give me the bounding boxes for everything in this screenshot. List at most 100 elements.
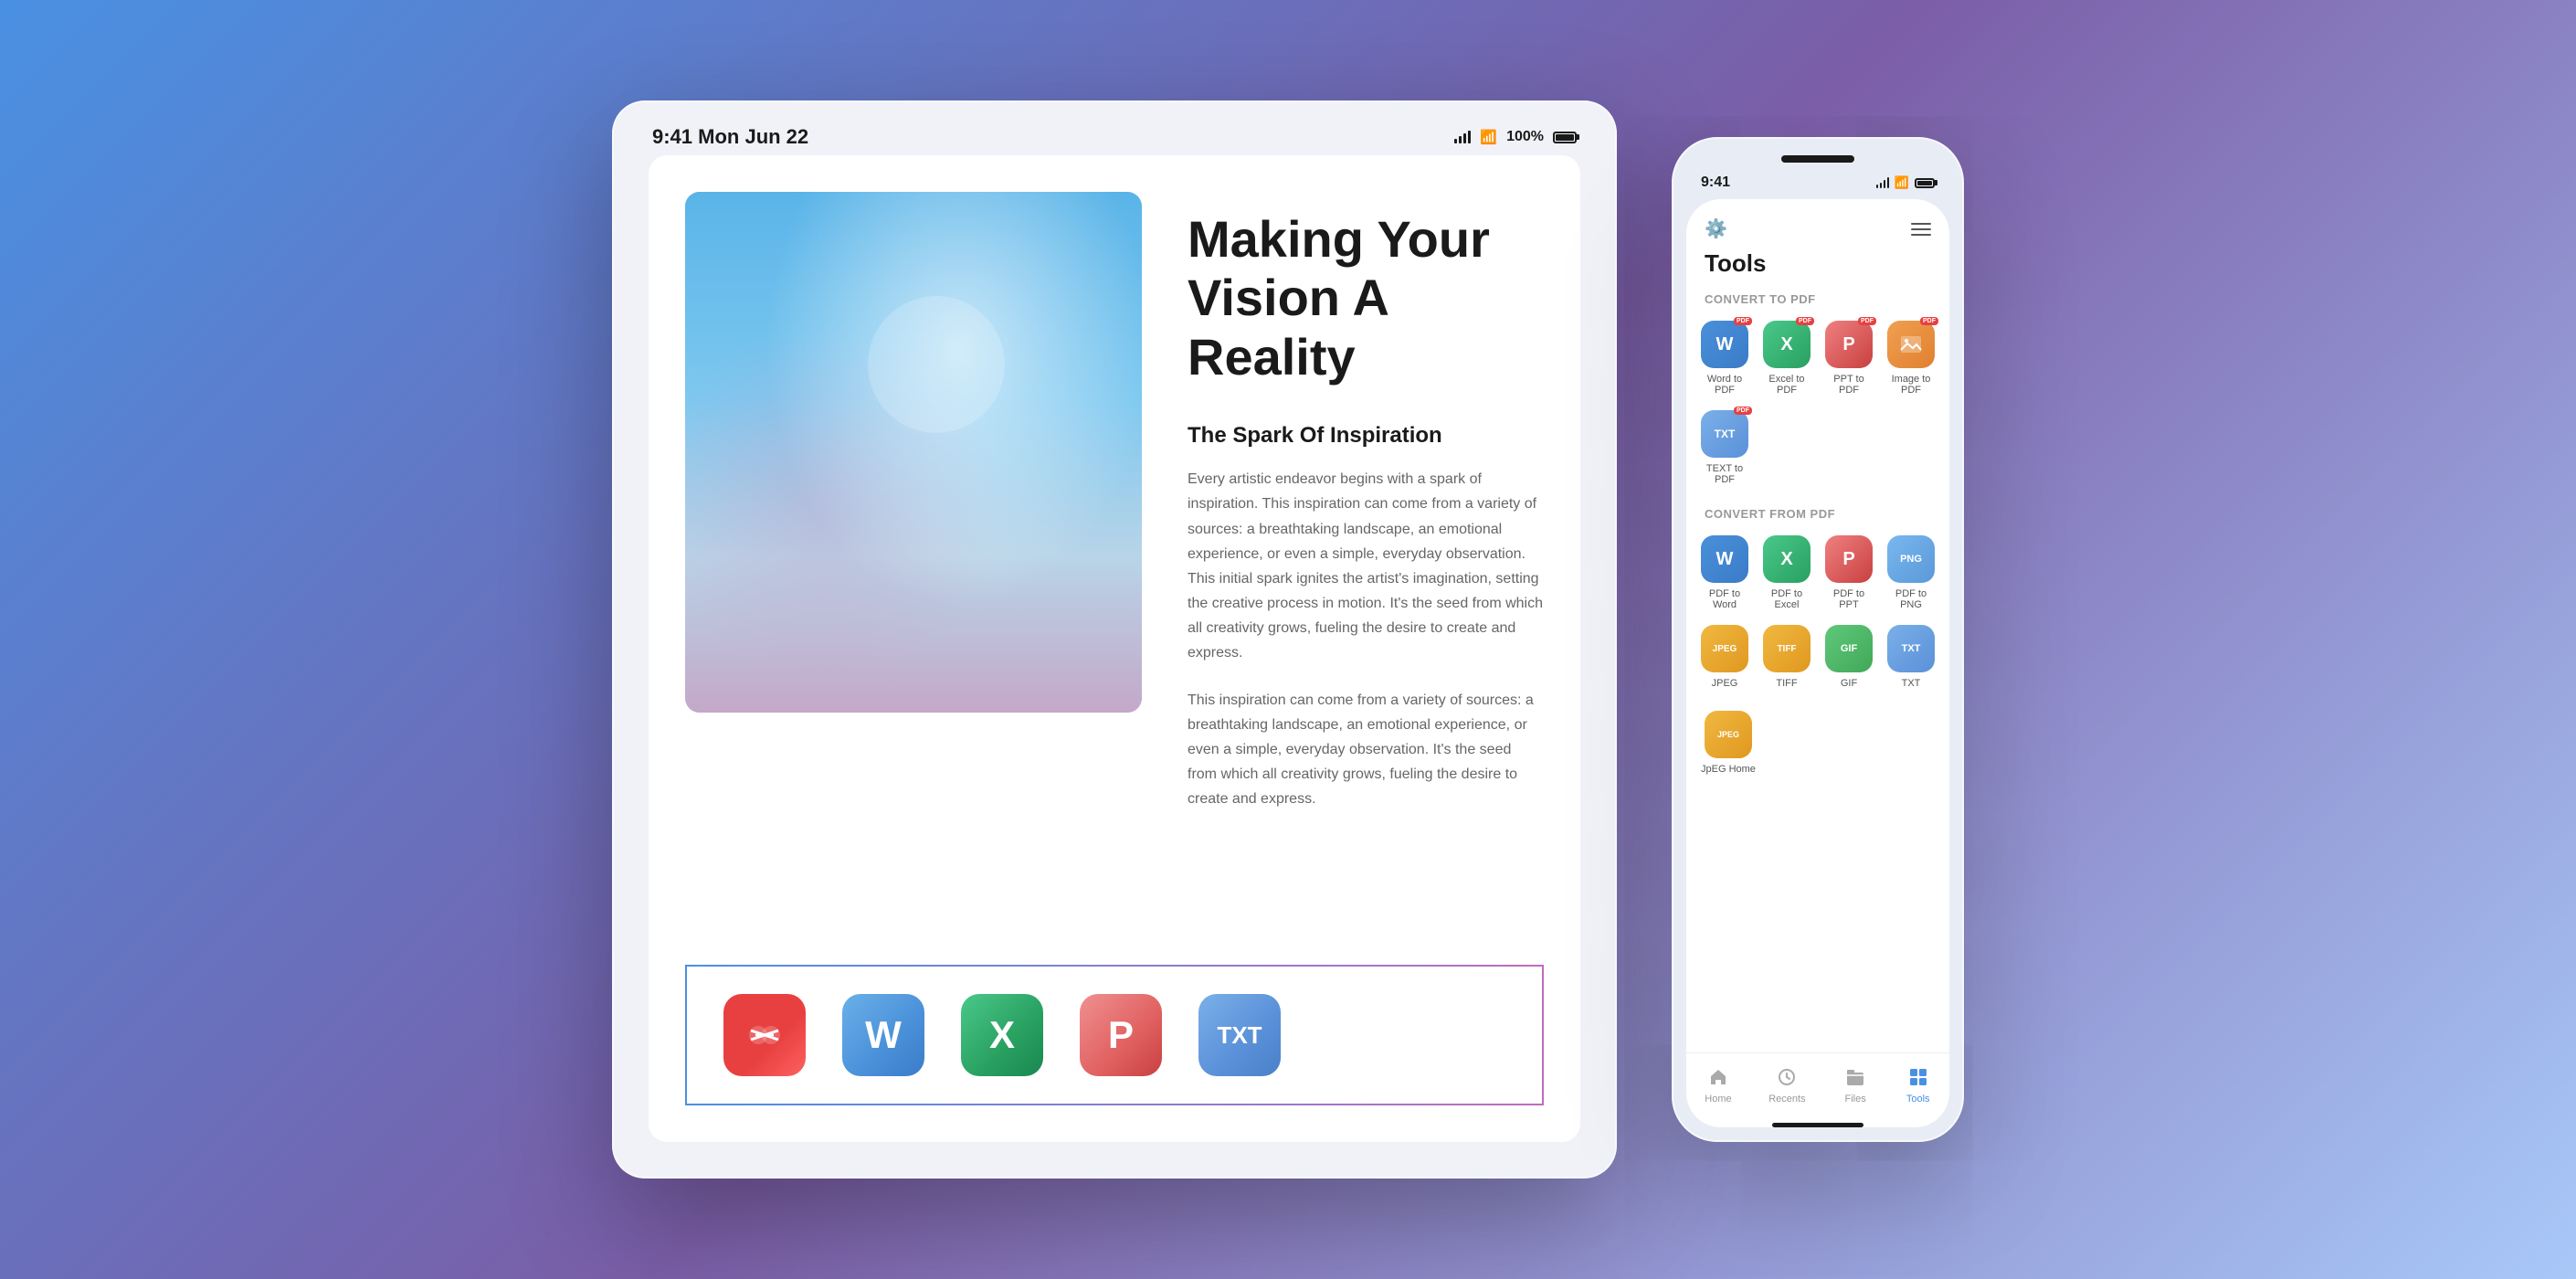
main-title: Making Your Vision A Reality bbox=[1188, 210, 1544, 386]
tools-page-title: Tools bbox=[1701, 249, 1935, 292]
txt-to-pdf-icon: TXT bbox=[1701, 410, 1748, 458]
list-item[interactable]: X PDF to Excel bbox=[1763, 535, 1811, 610]
tools-nav-label: Tools bbox=[1906, 1094, 1930, 1105]
gif-label: GIF bbox=[1841, 678, 1857, 689]
image-to-pdf-icon-wrap: PDF bbox=[1887, 321, 1935, 368]
section-body-2: This inspiration can come from a variety… bbox=[1188, 688, 1544, 812]
list-item[interactable]: W PDF Word to PDF bbox=[1701, 321, 1748, 396]
convert-to-pdf-label: CONVERT TO PDF bbox=[1701, 292, 1935, 306]
list-item[interactable]: TIFF TIFF bbox=[1763, 625, 1811, 689]
nav-item-files[interactable]: Files bbox=[1842, 1064, 1868, 1105]
list-item[interactable]: P PDF PPT to PDF bbox=[1825, 321, 1873, 396]
ipad-text-content: Making Your Vision A Reality The Spark O… bbox=[1188, 192, 1544, 901]
ipad-excel-icon[interactable]: X bbox=[961, 994, 1043, 1076]
convert-from-pdf-grid: W PDF to Word X PDF to Excel bbox=[1701, 535, 1935, 689]
pdf-to-excel-label: PDF to Excel bbox=[1763, 588, 1811, 610]
devices-container: 9:41 Mon Jun 22 📶 100% bbox=[612, 100, 1964, 1179]
ipad-content: Making Your Vision A Reality The Spark O… bbox=[649, 155, 1580, 1142]
pdf-to-ppt-icon-wrap: P bbox=[1825, 535, 1873, 583]
ipad-ppt-icon[interactable]: P bbox=[1080, 994, 1162, 1076]
iphone-battery-icon bbox=[1915, 178, 1935, 188]
pdf-to-word-icon: W bbox=[1701, 535, 1748, 583]
section-title: The Spark Of Inspiration bbox=[1188, 423, 1544, 449]
ipad-frame: 9:41 Mon Jun 22 📶 100% bbox=[612, 100, 1617, 1179]
excel-to-pdf-icon-wrap: X PDF bbox=[1763, 321, 1811, 368]
ipad-time: 9:41 Mon Jun 22 bbox=[652, 125, 808, 149]
pdf-to-word-label: PDF to Word bbox=[1701, 588, 1748, 610]
pdf-to-word-icon-wrap: W bbox=[1701, 535, 1748, 583]
home-indicator bbox=[1772, 1123, 1863, 1127]
excel-to-pdf-label: Excel to PDF bbox=[1763, 374, 1811, 396]
battery-icon bbox=[1553, 132, 1577, 143]
tiff-icon: TIFF bbox=[1763, 625, 1811, 672]
iphone-time: 9:41 bbox=[1701, 174, 1730, 191]
list-item[interactable]: TXT TXT bbox=[1887, 625, 1935, 689]
partial-row: JPEG JpEG Home bbox=[1701, 711, 1935, 775]
convert-to-pdf-grid: W PDF Word to PDF X PDF bbox=[1701, 321, 1935, 485]
files-nav-label: Files bbox=[1844, 1094, 1865, 1105]
word-to-pdf-label: Word to PDF bbox=[1701, 374, 1748, 396]
files-nav-icon bbox=[1842, 1064, 1868, 1090]
word-to-pdf-icon: W bbox=[1701, 321, 1748, 368]
ipad-main: Making Your Vision A Reality The Spark O… bbox=[649, 155, 1580, 937]
pdf-to-ppt-label: PDF to PPT bbox=[1825, 588, 1873, 610]
pdf-to-excel-icon-wrap: X bbox=[1763, 535, 1811, 583]
jpeg-home-label: JpEG Home bbox=[1701, 764, 1756, 775]
pdf-to-ppt-icon: P bbox=[1825, 535, 1873, 583]
pdf-badge: PDF bbox=[1858, 317, 1876, 325]
nav-item-home[interactable]: Home bbox=[1705, 1064, 1731, 1105]
gear-icon[interactable]: ⚙️ bbox=[1705, 217, 1727, 240]
iphone-notch bbox=[1781, 155, 1854, 163]
ppt-to-pdf-icon-wrap: P PDF bbox=[1825, 321, 1873, 368]
recents-nav-label: Recents bbox=[1768, 1094, 1805, 1105]
excel-to-pdf-icon: X bbox=[1763, 321, 1811, 368]
list-item[interactable]: W PDF to Word bbox=[1701, 535, 1748, 610]
ipad-hero-image bbox=[685, 192, 1142, 713]
battery-text: 100% bbox=[1506, 129, 1544, 145]
list-item[interactable]: GIF GIF bbox=[1825, 625, 1873, 689]
ipad-word-icon[interactable]: W bbox=[842, 994, 924, 1076]
recents-nav-icon bbox=[1774, 1064, 1800, 1090]
list-item[interactable]: PDF Image to PDF bbox=[1887, 321, 1935, 396]
list-item[interactable]: TXT PDF TEXT to PDF bbox=[1701, 410, 1748, 485]
list-item[interactable]: JPEG JpEG Home bbox=[1701, 711, 1756, 775]
txt-icon: TXT bbox=[1887, 625, 1935, 672]
ipad-status-bar: 9:41 Mon Jun 22 📶 100% bbox=[630, 119, 1599, 155]
iphone-frame: 9:41 📶 ⚙️ bbox=[1672, 137, 1964, 1142]
iphone-bottom-nav: Home Recents bbox=[1686, 1052, 1949, 1119]
ipad-txt-icon[interactable]: TXT bbox=[1198, 994, 1281, 1076]
iphone-content: ⚙️ Tools CONVERT TO PDF W PDF bbox=[1686, 199, 1949, 1127]
iphone-wifi-icon: 📶 bbox=[1895, 175, 1909, 190]
list-item[interactable]: X PDF Excel to PDF bbox=[1763, 321, 1811, 396]
water-splash-overlay bbox=[685, 192, 1142, 713]
pdf-badge: PDF bbox=[1734, 407, 1752, 415]
list-item[interactable]: PNG PDF to PNG bbox=[1887, 535, 1935, 610]
jpeg-icon: JPEG bbox=[1701, 625, 1748, 672]
nav-item-tools[interactable]: Tools bbox=[1906, 1064, 1931, 1105]
signal-bars-icon bbox=[1454, 131, 1471, 143]
image-to-pdf-icon bbox=[1887, 321, 1935, 368]
gif-icon: GIF bbox=[1825, 625, 1873, 672]
pdf-badge: PDF bbox=[1920, 317, 1938, 325]
txt-label: TXT bbox=[1902, 678, 1921, 689]
ppt-to-pdf-label: PPT to PDF bbox=[1825, 374, 1873, 396]
ipad-tool-icons-bar: W X P TXT bbox=[685, 965, 1544, 1105]
iphone-body[interactable]: Tools CONVERT TO PDF W PDF Word to PDF bbox=[1686, 249, 1949, 1052]
list-item[interactable]: P PDF to PPT bbox=[1825, 535, 1873, 610]
list-item[interactable]: JPEG JPEG bbox=[1701, 625, 1748, 689]
txt-to-pdf-icon-wrap: TXT PDF bbox=[1701, 410, 1748, 458]
section-body-1: Every artistic endeavor begins with a sp… bbox=[1188, 467, 1544, 666]
hamburger-menu-icon[interactable] bbox=[1911, 223, 1931, 236]
iphone-signal-icon bbox=[1876, 177, 1889, 188]
iphone-status-bar: 9:41 📶 bbox=[1686, 170, 1949, 196]
pdf-to-png-icon-wrap: PNG bbox=[1887, 535, 1935, 583]
home-nav-icon bbox=[1705, 1064, 1731, 1090]
iphone-status-icons: 📶 bbox=[1876, 175, 1935, 190]
convert-from-pdf-label: CONVERT FROM PDF bbox=[1701, 507, 1935, 521]
ipad-merge-icon[interactable] bbox=[723, 994, 806, 1076]
nav-item-recents[interactable]: Recents bbox=[1768, 1064, 1805, 1105]
pdf-to-png-label: PDF to PNG bbox=[1887, 588, 1935, 610]
ipad-status-right: 📶 100% bbox=[1454, 129, 1577, 145]
pdf-to-excel-icon: X bbox=[1763, 535, 1811, 583]
jpeg-label: JPEG bbox=[1712, 678, 1738, 689]
